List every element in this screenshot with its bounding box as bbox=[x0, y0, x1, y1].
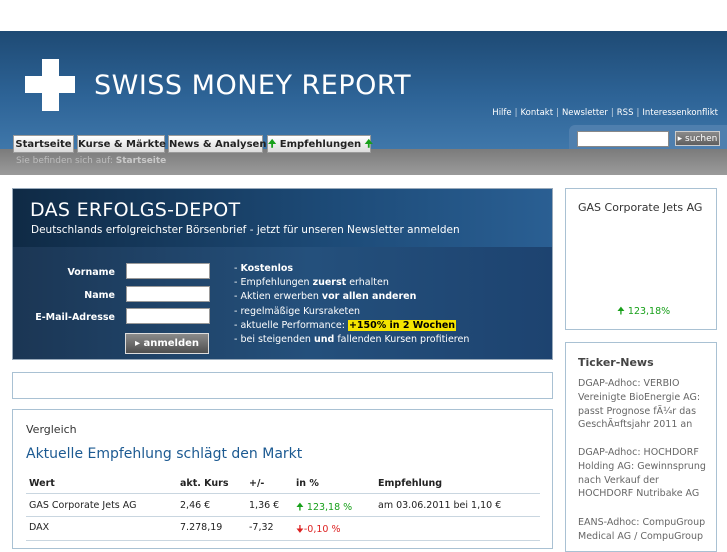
benefit-item: - regelmäßige Kursraketen bbox=[234, 305, 361, 317]
triangle-right-icon: ▸ bbox=[677, 134, 686, 144]
column-header-change: +/- bbox=[249, 478, 265, 489]
top-link-newsletter[interactable]: Newsletter bbox=[562, 108, 608, 118]
row-price: 7.278,19 bbox=[180, 522, 223, 533]
search-button[interactable]: ▸ suchen bbox=[675, 131, 720, 146]
benefit-item: - aktuelle Performance: +150% in 2 Woche… bbox=[234, 319, 457, 331]
row-percent: 🠉 123,18 % bbox=[296, 502, 353, 513]
email-field[interactable] bbox=[126, 308, 210, 324]
row-price: 2,46 € bbox=[180, 500, 211, 511]
arrow-up-icon: 🠉 bbox=[296, 502, 304, 513]
row-percent: 🠋-0,10 % bbox=[296, 524, 341, 535]
comparison-label: Vergleich bbox=[26, 423, 77, 436]
column-header-wert: Wert bbox=[29, 478, 55, 489]
top-link-rss[interactable]: RSS bbox=[617, 108, 634, 118]
row-change: -7,32 bbox=[249, 522, 274, 533]
ticker-item[interactable]: EANS-Adhoc: CompuGroup Medical AG / Comp… bbox=[578, 516, 708, 544]
ticker-title: Ticker-News bbox=[578, 356, 654, 369]
ticker-item[interactable]: DGAP-Adhoc: VERBIO Vereinigte BioEnergie… bbox=[578, 377, 708, 432]
row-recommendation: am 03.06.2011 bei 1,10 € bbox=[378, 500, 502, 511]
label-vorname: Vorname bbox=[67, 267, 115, 278]
ticker-item[interactable]: DGAP-Adhoc: HOCHDORF Holding AG: Gewinns… bbox=[578, 446, 708, 501]
tab-kurse-maerkte[interactable]: Kurse & Märkte bbox=[77, 135, 166, 153]
search-button-label: suchen bbox=[685, 134, 718, 144]
label-name: Name bbox=[84, 290, 115, 301]
arrow-down-icon: 🠋 bbox=[296, 524, 304, 535]
column-header-percent: in % bbox=[296, 478, 319, 489]
label-email: E-Mail-Adresse bbox=[35, 312, 115, 323]
tab-empfehlungen[interactable]: 🠉 Empfehlungen 🠉 bbox=[267, 135, 373, 153]
comparison-panel bbox=[12, 409, 553, 549]
breadcrumb: Sie befinden sich auf: Startseite bbox=[16, 156, 166, 166]
comparison-heading: Aktuelle Empfehlung schlägt den Markt bbox=[26, 446, 303, 462]
swiss-cross-logo-icon[interactable] bbox=[25, 59, 75, 111]
arrow-up-icon: 🠉 bbox=[268, 139, 277, 150]
gas-panel-title[interactable]: GAS Corporate Jets AG bbox=[578, 200, 708, 216]
row-divider bbox=[26, 516, 540, 517]
tab-startseite[interactable]: Startseite bbox=[13, 135, 74, 153]
empty-panel bbox=[12, 372, 553, 399]
anmelden-button-label: anmelden bbox=[143, 338, 200, 349]
row-divider bbox=[26, 540, 540, 541]
row-divider bbox=[26, 493, 540, 494]
anmelden-button[interactable]: ▸ anmelden bbox=[125, 333, 209, 354]
benefit-item: - bei steigenden und fallenden Kursen pr… bbox=[234, 334, 470, 346]
arrow-up-icon: 🠉 bbox=[364, 139, 373, 150]
benefit-item: - Kostenlos bbox=[234, 263, 294, 274]
arrow-up-icon: 🠉 bbox=[617, 306, 625, 317]
name-field[interactable] bbox=[126, 286, 210, 302]
search-input[interactable] bbox=[577, 131, 669, 147]
tab-news-analysen[interactable]: News & Analysen bbox=[168, 135, 266, 153]
row-change: 1,36 € bbox=[249, 500, 280, 511]
tab-empfehlungen-label: Empfehlungen bbox=[279, 139, 362, 150]
benefits-list: - Kostenlos - Empfehlungen zuerst erhalt… bbox=[234, 262, 469, 347]
benefit-item: - Aktien erwerben vor allen anderen bbox=[234, 291, 417, 303]
benefit-item: - Empfehlungen zuerst erhalten bbox=[234, 277, 389, 289]
gas-performance: 🠉 123,18% bbox=[617, 306, 671, 317]
top-link-hilfe[interactable]: Hilfe bbox=[492, 108, 511, 118]
column-header-empfehlung: Empfehlung bbox=[378, 478, 443, 489]
breadcrumb-current[interactable]: Startseite bbox=[116, 156, 167, 166]
row-name[interactable]: DAX bbox=[29, 522, 49, 533]
breadcrumb-prefix: Sie befinden sich auf: bbox=[16, 156, 113, 166]
row-name[interactable]: GAS Corporate Jets AG bbox=[29, 500, 136, 511]
column-header-kurs: akt. Kurs bbox=[180, 478, 229, 489]
site-logo-text[interactable]: SWISS MONEY REPORT bbox=[94, 70, 411, 101]
vorname-field[interactable] bbox=[126, 263, 210, 279]
top-link-interessenkonflikt[interactable]: Interessenkonflikt bbox=[642, 108, 718, 118]
banner-title: DAS ERFOLGS-DEPOT bbox=[30, 199, 241, 221]
banner-subtitle: Deutschlands erfolgreichster Börsenbrief… bbox=[31, 224, 460, 236]
top-links: Hilfe | Kontakt | Newsletter | RSS | Interessenk… bbox=[492, 108, 718, 118]
top-link-kontakt[interactable]: Kontakt bbox=[521, 108, 554, 118]
